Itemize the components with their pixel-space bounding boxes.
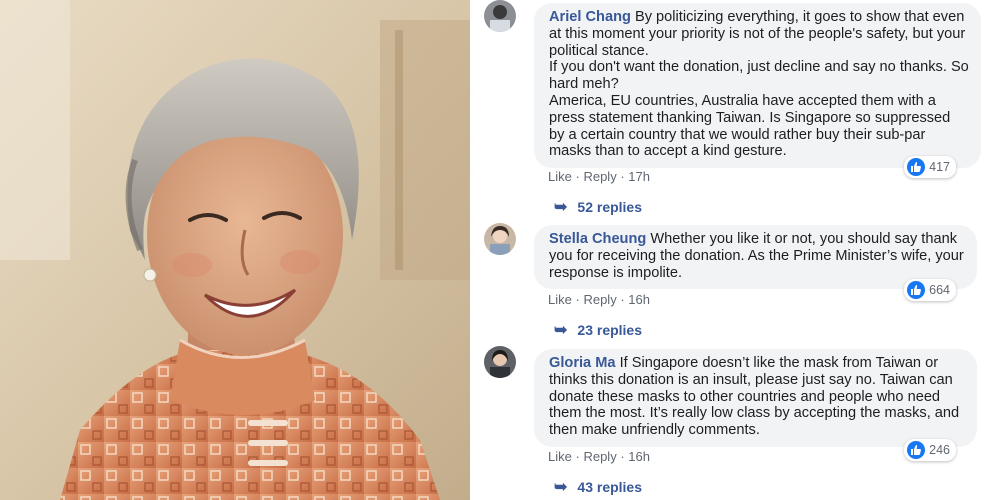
comment-author[interactable]: Ariel Chang bbox=[549, 9, 631, 25]
separator: · bbox=[575, 169, 580, 184]
separator: · bbox=[620, 449, 625, 464]
view-replies-link[interactable]: ➥ 52 replies bbox=[554, 197, 642, 217]
separator: · bbox=[620, 292, 625, 307]
comment-text: If you don't want the donation, just dec… bbox=[549, 59, 969, 93]
separator: · bbox=[575, 449, 580, 464]
like-thumb-icon bbox=[907, 441, 926, 459]
avatar[interactable] bbox=[484, 346, 516, 378]
comment-text: America, EU countries, Australia have ac… bbox=[549, 92, 951, 160]
like-thumb-icon bbox=[907, 281, 926, 299]
reply-link[interactable]: Reply bbox=[583, 169, 616, 184]
timestamp[interactable]: 16h bbox=[628, 292, 650, 307]
comment-bubble: Gloria Ma If Singapore doesn’t like the … bbox=[534, 349, 977, 447]
comments-panel: Ariel Chang By politicizing everything, … bbox=[470, 0, 1000, 500]
avatar[interactable] bbox=[484, 223, 516, 255]
reaction-number: 246 bbox=[929, 443, 950, 457]
view-replies-link[interactable]: ➥ 43 replies bbox=[554, 477, 642, 497]
view-replies-link[interactable]: ➥ 23 replies bbox=[554, 320, 642, 340]
comment-actions: Like · Reply · 16h bbox=[548, 449, 650, 464]
separator: · bbox=[575, 292, 580, 307]
reaction-count[interactable]: 664 bbox=[904, 279, 956, 301]
reaction-count[interactable]: 417 bbox=[904, 156, 956, 178]
reaction-number: 417 bbox=[929, 160, 950, 174]
reply-arrow-icon: ➥ bbox=[554, 322, 568, 339]
replies-count: 23 replies bbox=[577, 322, 643, 338]
comment-bubble: Ariel Chang By politicizing everything, … bbox=[534, 3, 981, 169]
comment-actions: Like · Reply · 16h bbox=[548, 292, 650, 307]
reply-arrow-icon: ➥ bbox=[554, 479, 568, 496]
portrait-photo bbox=[0, 0, 470, 500]
separator: · bbox=[620, 169, 625, 184]
comment-author[interactable]: Gloria Ma bbox=[549, 355, 616, 371]
comment-actions: Like · Reply · 17h bbox=[548, 169, 650, 184]
avatar[interactable] bbox=[484, 0, 516, 32]
timestamp[interactable]: 17h bbox=[628, 169, 650, 184]
reply-link[interactable]: Reply bbox=[583, 449, 616, 464]
like-link[interactable]: Like bbox=[548, 169, 572, 184]
replies-count: 43 replies bbox=[577, 479, 643, 495]
reply-link[interactable]: Reply bbox=[583, 292, 616, 307]
replies-count: 52 replies bbox=[577, 199, 643, 215]
timestamp[interactable]: 16h bbox=[628, 449, 650, 464]
like-link[interactable]: Like bbox=[548, 449, 572, 464]
comment-author[interactable]: Stella Cheung bbox=[549, 231, 646, 247]
reaction-number: 664 bbox=[929, 283, 950, 297]
like-thumb-icon bbox=[907, 158, 926, 176]
reaction-count[interactable]: 246 bbox=[904, 439, 956, 461]
reply-arrow-icon: ➥ bbox=[554, 199, 568, 216]
like-link[interactable]: Like bbox=[548, 292, 572, 307]
